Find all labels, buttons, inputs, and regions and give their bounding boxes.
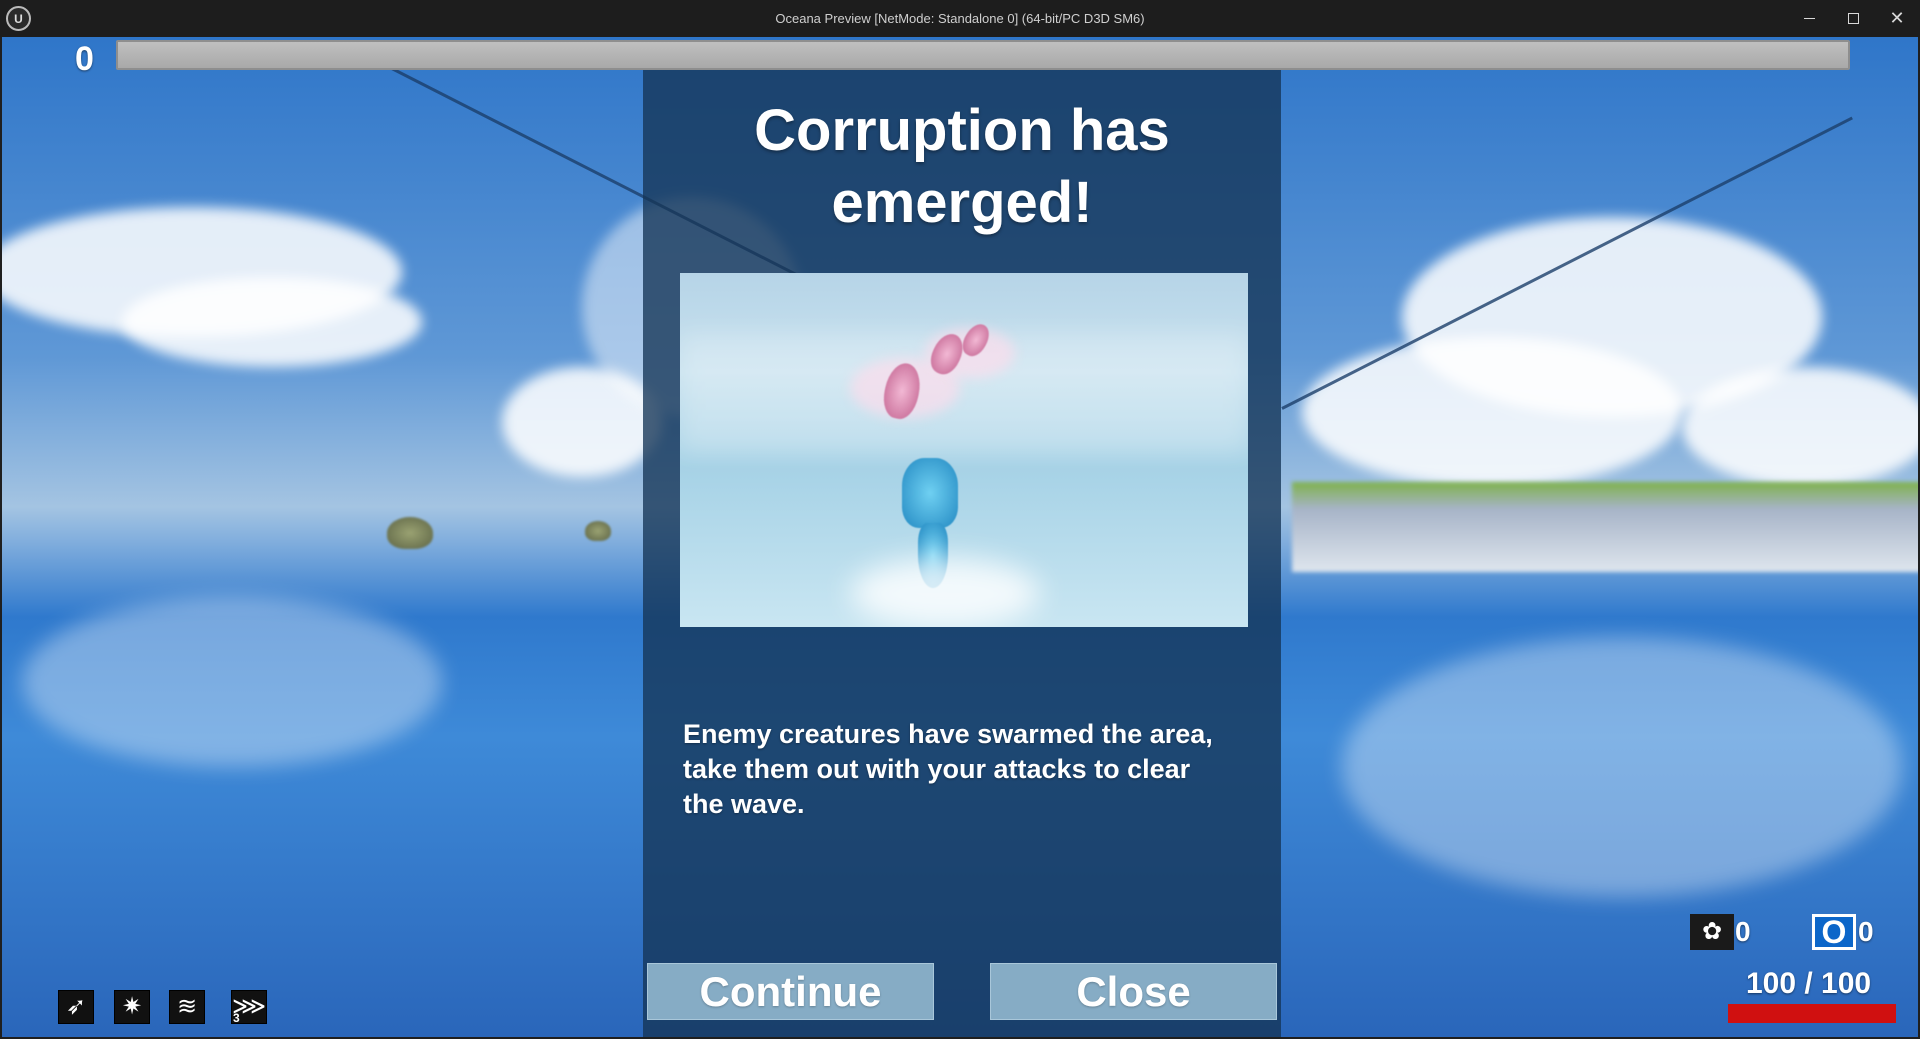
buoy	[387, 517, 433, 549]
close-button[interactable]: Close	[990, 963, 1277, 1020]
score-counter: 0	[75, 40, 94, 78]
popup-preview-image	[680, 273, 1248, 627]
popup-description: Enemy creatures have swarmed the area, t…	[683, 719, 1213, 819]
minimize-button[interactable]	[1787, 0, 1831, 37]
shell-count: 0	[1735, 916, 1751, 947]
game-viewport: 0 Corruption has emerged! Enemy creature…	[2, 37, 1918, 1037]
cloud	[122, 277, 422, 367]
claw-slash-icon[interactable]: ⋙ 3	[231, 990, 267, 1025]
health-readout: 100 / 100	[1746, 967, 1872, 1000]
mermaid-player	[902, 458, 958, 528]
maximize-icon	[1847, 13, 1859, 24]
ability-charge-count: 3	[233, 1011, 240, 1025]
dash-glyph: ➶	[65, 993, 87, 1020]
window-titlebar: U Oceana Preview [NetMode: Standalone 0]…	[0, 0, 1920, 37]
maximize-button[interactable]	[1831, 0, 1875, 37]
gem-icon: O	[1812, 914, 1856, 950]
wave-lines-glyph: ≋	[176, 993, 198, 1020]
shell-icon: ✿	[1690, 914, 1734, 950]
wave-progress-bar	[116, 40, 1850, 70]
health-bar-fill	[1728, 1004, 1896, 1023]
gem-count: 0	[1858, 916, 1874, 947]
island-cliff	[1292, 482, 1918, 572]
buoy	[585, 521, 611, 541]
cloud-reflection	[22, 597, 442, 767]
cloud	[1302, 337, 1682, 487]
continue-button[interactable]: Continue	[647, 963, 934, 1020]
swirl-glyph: ✷	[121, 993, 143, 1020]
unreal-logo-icon: U	[6, 6, 31, 31]
wave-lines-icon[interactable]: ≋	[169, 990, 205, 1024]
cloud	[1682, 367, 1918, 487]
dash-icon[interactable]: ➶	[58, 990, 94, 1024]
window-title: Oceana Preview [NetMode: Standalone 0] (…	[775, 11, 1145, 26]
swirl-icon[interactable]: ✷	[114, 990, 150, 1024]
cloud-reflection	[1342, 637, 1902, 897]
water-glow	[850, 558, 1040, 627]
tutorial-popup: Corruption has emerged! Enemy creatures …	[643, 70, 1281, 1037]
close-window-button[interactable]: ✕	[1875, 0, 1919, 37]
minimize-icon	[1803, 17, 1815, 20]
popup-title: Corruption has emerged!	[754, 98, 1170, 235]
health-bar	[1728, 1004, 1896, 1023]
